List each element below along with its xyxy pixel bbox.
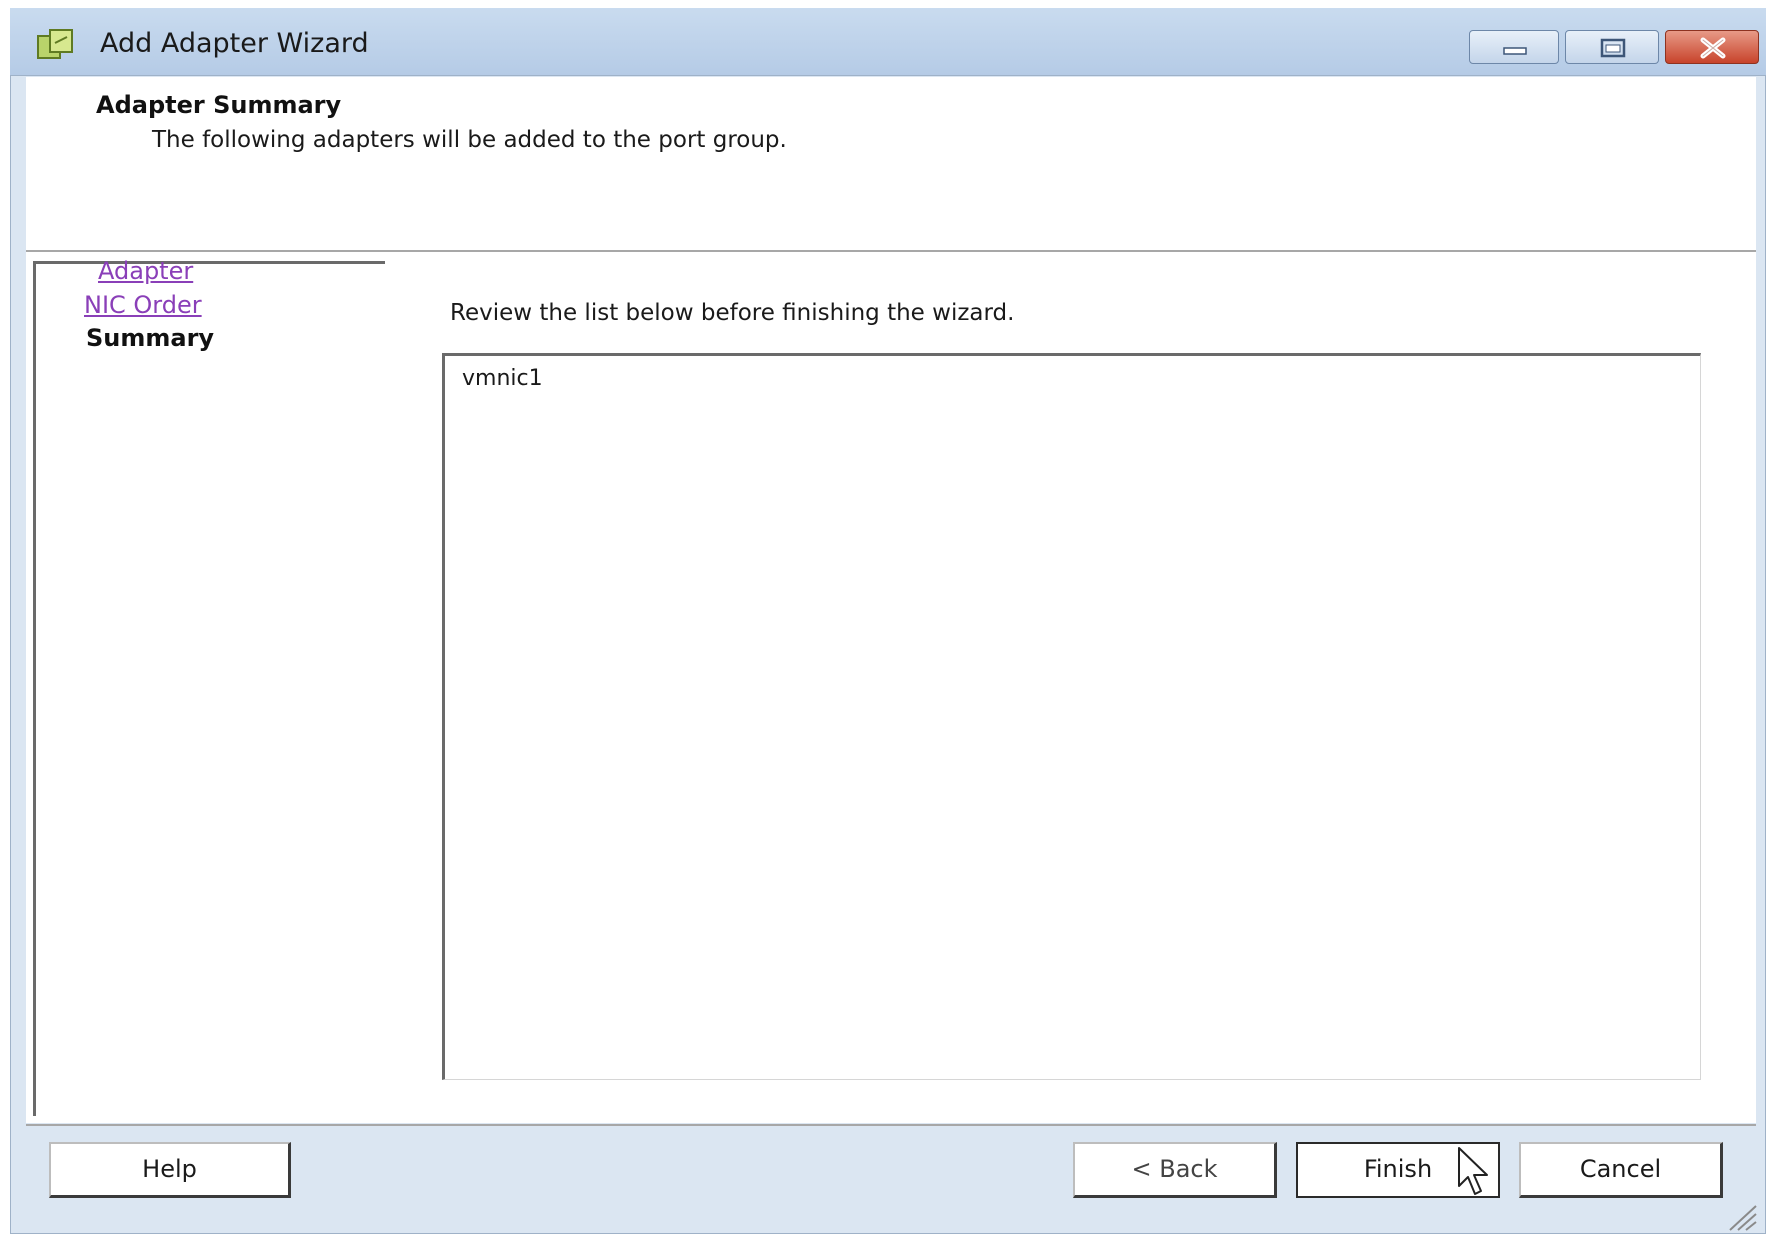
adapter-summary-list[interactable]: vmnic1 — [442, 353, 1701, 1080]
list-item[interactable]: vmnic1 — [462, 366, 543, 391]
minimize-button[interactable] — [1469, 30, 1559, 64]
instruction-text: Review the list below before finishing t… — [450, 300, 1015, 326]
step-adapter-link[interactable]: Adapter — [98, 257, 193, 285]
cancel-button[interactable]: Cancel — [1519, 1142, 1723, 1198]
help-button[interactable]: Help — [49, 1142, 291, 1198]
mouse-pointer-icon — [1457, 1146, 1497, 1200]
close-icon — [1700, 37, 1726, 59]
back-button[interactable]: < Back — [1073, 1142, 1277, 1198]
page-title: Adapter Summary — [96, 91, 342, 119]
wizard-app-icon — [36, 28, 76, 62]
resize-grip-icon[interactable] — [1720, 1200, 1760, 1232]
page-subtitle: The following adapters will be added to … — [152, 127, 787, 153]
wizard-steps-panel: Adapter NIC Order Summary — [33, 257, 385, 1116]
step-summary-current: Summary — [86, 324, 215, 352]
footer-divider — [26, 1124, 1756, 1126]
step-nic-order-link[interactable]: NIC Order — [84, 291, 202, 319]
title-bar[interactable]: Add Adapter Wizard — [10, 8, 1766, 76]
maximize-icon — [1600, 38, 1626, 58]
maximize-button[interactable] — [1565, 30, 1659, 64]
window-title: Add Adapter Wizard — [100, 28, 369, 59]
wizard-header: Adapter Summary The following adapters w… — [26, 77, 1756, 250]
close-button[interactable] — [1665, 30, 1759, 64]
minimize-icon — [1503, 47, 1527, 55]
